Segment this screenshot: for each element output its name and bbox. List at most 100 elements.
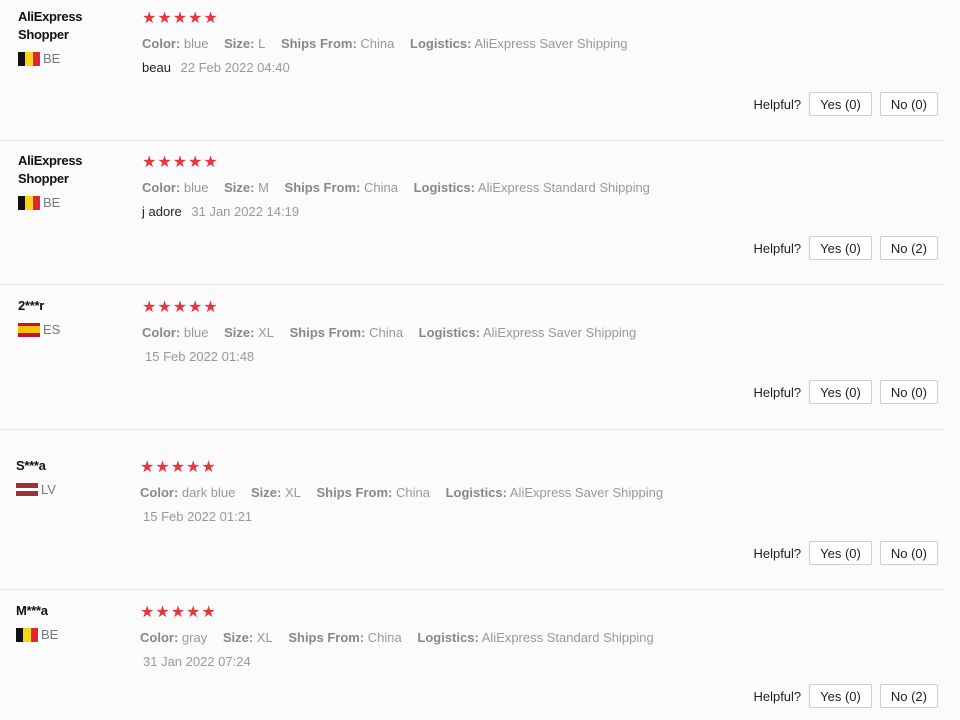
helpful-no-button[interactable]: No (0) (879, 541, 938, 565)
review-item: 2***r ES ★★★★★ Color: blue Size: XL Ship… (0, 289, 944, 430)
color-value: blue (183, 36, 209, 51)
reviewer-info: 2***r ES (18, 297, 128, 337)
ships-from-label: Ships From: (316, 485, 393, 500)
review-text: j adore (142, 204, 182, 219)
logistics-value: AliExpress Standard Shipping (481, 630, 654, 645)
spain-flag-icon (18, 322, 40, 337)
helpful-yes-button[interactable]: Yes (0) (809, 684, 872, 708)
helpful-label: Helpful? (753, 240, 802, 256)
helpful-yes-button[interactable]: Yes (0) (809, 92, 872, 116)
reviewer-name: AliExpress Shopper (18, 153, 83, 186)
helpful-yes-button[interactable]: Yes (0) (809, 380, 872, 404)
helpful-yes-button[interactable]: Yes (0) (809, 541, 872, 565)
star-rating: ★★★★★ (142, 154, 219, 171)
review-body: ★★★★★ Color: blue Size: XL Ships From: C… (142, 299, 944, 364)
sku-info: Color: blue Size: M Ships From: China Lo… (142, 180, 944, 195)
review-meta: 15 Feb 2022 01:48 (142, 349, 944, 364)
review-item: S***a LV ★★★★★ Color: dark blue Size: XL… (0, 449, 944, 590)
reviewer-country: LV (16, 482, 126, 497)
sku-info: Color: dark blue Size: XL Ships From: Ch… (140, 485, 944, 500)
logistics-label: Logistics: (418, 325, 481, 340)
helpful-no-button[interactable]: No (2) (879, 684, 938, 708)
reviewer-name: 2***r (18, 298, 44, 313)
reviewer-info: AliExpress Shopper BE (18, 8, 128, 66)
size-value: XL (258, 325, 274, 340)
helpful-vote: Helpful? Yes (0) No (0) (753, 541, 938, 565)
reviewer-info: M***a BE (16, 602, 126, 642)
sku-info: Color: gray Size: XL Ships From: China L… (140, 630, 944, 645)
color-label: Color: (140, 485, 179, 500)
helpful-vote: Helpful? Yes (0) No (0) (753, 380, 938, 404)
review-meta: beau 22 Feb 2022 04:40 (142, 60, 944, 75)
reviewer-info: S***a LV (16, 457, 126, 497)
helpful-no-button[interactable]: No (0) (879, 380, 938, 404)
ships-from-value: China (369, 325, 404, 340)
color-value: blue (183, 180, 209, 195)
helpful-vote: Helpful? Yes (0) No (0) (753, 92, 938, 116)
color-value: blue (183, 325, 209, 340)
review-meta: j adore 31 Jan 2022 14:19 (142, 204, 944, 219)
size-label: Size: (251, 485, 282, 500)
country-code: BE (41, 627, 59, 642)
country-code: ES (43, 322, 61, 337)
logistics-value: AliExpress Saver Shipping (482, 325, 637, 340)
color-label: Color: (142, 36, 181, 51)
review-body: ★★★★★ Color: dark blue Size: XL Ships Fr… (140, 459, 944, 524)
logistics-label: Logistics: (413, 180, 476, 195)
size-value: XL (284, 485, 301, 500)
ships-from-label: Ships From: (284, 180, 361, 195)
review-list: AliExpress Shopper BE ★★★★★ Color: blue … (0, 0, 960, 720)
ships-from-value: China (395, 485, 430, 500)
star-rating: ★★★★★ (142, 299, 219, 316)
logistics-label: Logistics: (445, 485, 507, 500)
color-value: gray (181, 630, 208, 645)
reviewer-name: AliExpress Shopper (18, 9, 83, 42)
helpful-yes-button[interactable]: Yes (0) (809, 236, 872, 260)
belgium-flag-icon (16, 627, 38, 642)
belgium-flag-icon (18, 195, 40, 210)
review-item: M***a BE ★★★★★ Color: gray Size: XL Ship… (0, 594, 944, 720)
review-date: 22 Feb 2022 04:40 (180, 60, 290, 75)
sku-info: Color: blue Size: L Ships From: China Lo… (142, 36, 944, 51)
reviewer-country: BE (18, 195, 128, 210)
logistics-value: AliExpress Saver Shipping (509, 485, 664, 500)
review-body: ★★★★★ Color: gray Size: XL Ships From: C… (140, 604, 944, 669)
review-date: 31 Jan 2022 14:19 (191, 204, 300, 219)
review-body: ★★★★★ Color: blue Size: M Ships From: Ch… (142, 154, 944, 219)
reviewer-country: ES (18, 322, 128, 337)
color-label: Color: (142, 325, 181, 340)
review-date: 15 Feb 2022 01:48 (145, 349, 255, 364)
sku-info: Color: blue Size: XL Ships From: China L… (142, 325, 944, 340)
color-label: Color: (142, 180, 181, 195)
belgium-flag-icon (18, 51, 40, 66)
helpful-no-button[interactable]: No (0) (879, 92, 938, 116)
helpful-vote: Helpful? Yes (0) No (2) (753, 684, 938, 708)
helpful-label: Helpful? (753, 96, 802, 112)
country-code: BE (43, 195, 61, 210)
size-value: L (258, 36, 266, 51)
review-date: 31 Jan 2022 07:24 (143, 654, 251, 669)
star-rating: ★★★★★ (140, 604, 217, 621)
size-value: XL (256, 630, 273, 645)
review-meta: 15 Feb 2022 01:21 (140, 509, 944, 524)
star-rating: ★★★★★ (140, 459, 217, 476)
size-label: Size: (224, 325, 255, 340)
ships-from-label: Ships From: (280, 36, 357, 51)
reviewer-country: BE (18, 51, 128, 66)
review-item: AliExpress Shopper BE ★★★★★ Color: blue … (0, 0, 944, 141)
helpful-no-button[interactable]: No (2) (879, 236, 938, 260)
logistics-label: Logistics: (417, 630, 479, 645)
ships-from-value: China (364, 180, 398, 195)
helpful-label: Helpful? (753, 545, 802, 561)
review-date: 15 Feb 2022 01:21 (143, 509, 253, 524)
review-body: ★★★★★ Color: blue Size: L Ships From: Ch… (142, 10, 944, 75)
logistics-value: AliExpress Standard Shipping (477, 180, 650, 195)
helpful-vote: Helpful? Yes (0) No (2) (753, 236, 938, 260)
size-value: M (258, 180, 269, 195)
ships-from-value: China (367, 630, 402, 645)
color-value: dark blue (181, 485, 236, 500)
logistics-label: Logistics: (410, 36, 472, 51)
size-label: Size: (224, 36, 255, 51)
ships-from-label: Ships From: (289, 325, 366, 340)
color-label: Color: (140, 630, 179, 645)
